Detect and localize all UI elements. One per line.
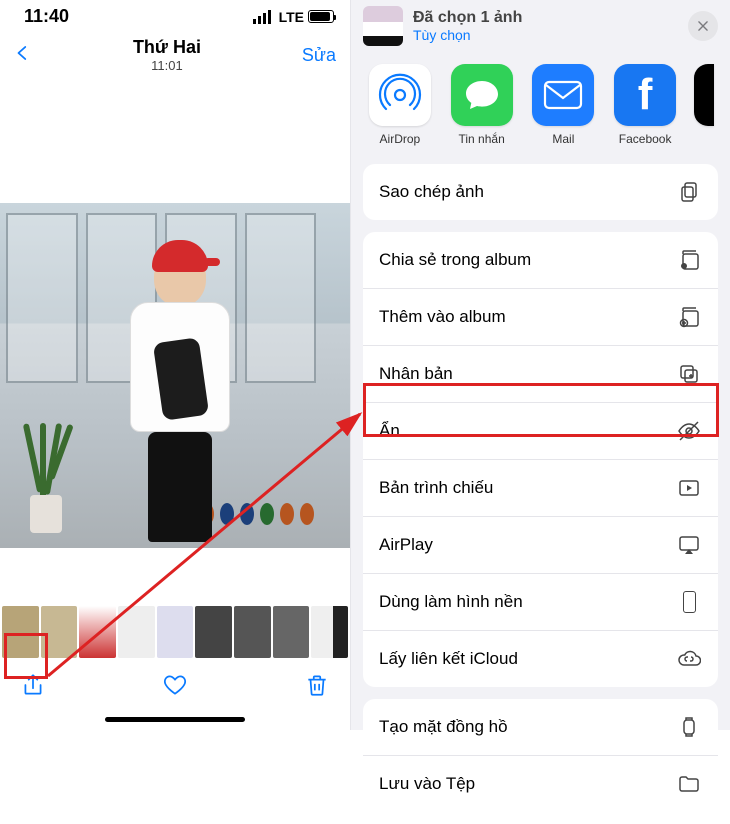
app-airdrop[interactable]: AirDrop xyxy=(367,64,433,146)
thumbnail-strip[interactable] xyxy=(0,606,350,658)
thumbnail[interactable] xyxy=(118,606,155,658)
watch-icon xyxy=(676,714,702,740)
close-button[interactable] xyxy=(688,11,718,41)
thumbnail[interactable] xyxy=(157,606,194,658)
action-label: Lấy liên kết iCloud xyxy=(379,649,518,669)
action-label: Dùng làm hình nền xyxy=(379,592,523,612)
edit-button[interactable]: Sửa xyxy=(302,45,336,66)
share-button[interactable] xyxy=(20,672,46,703)
favorite-button[interactable] xyxy=(162,672,188,703)
app-label: Facebook xyxy=(612,132,678,146)
thumbnail[interactable] xyxy=(195,606,232,658)
status-time: 11:40 xyxy=(24,6,69,27)
action-label: Thêm vào album xyxy=(379,307,506,327)
photo-plant xyxy=(26,433,66,533)
action-label: Nhân bản xyxy=(379,364,453,384)
action-label: Sao chép ảnh xyxy=(379,182,484,202)
folder-icon xyxy=(676,771,702,797)
bottom-toolbar xyxy=(0,658,350,713)
plus-album-icon xyxy=(676,304,702,330)
action-group: Chia sẻ trong album Thêm vào album Nhân … xyxy=(363,232,718,687)
sheet-title: Đã chọn 1 ảnh xyxy=(413,9,678,27)
nav-title-group: Thứ Hai 11:01 xyxy=(133,37,201,73)
sheet-header: Đã chọn 1 ảnh Tùy chọn xyxy=(351,0,730,56)
action-duplicate[interactable]: Nhân bản xyxy=(363,346,718,403)
slideshow-icon xyxy=(676,475,702,501)
tiktok-icon xyxy=(694,64,714,126)
copy-icon xyxy=(676,179,702,205)
sheet-options-link[interactable]: Tùy chọn xyxy=(413,27,678,43)
action-label: Chia sẻ trong album xyxy=(379,250,531,270)
share-sheet: Đã chọn 1 ảnh Tùy chọn AirDrop Tin nhắn … xyxy=(350,0,730,730)
action-copy[interactable]: Sao chép ảnh xyxy=(363,164,718,220)
action-hide[interactable]: Ẩn xyxy=(363,403,718,460)
hide-icon xyxy=(676,418,702,444)
action-label: Ẩn xyxy=(379,421,400,441)
app-label: Mail xyxy=(531,132,597,146)
action-label: AirPlay xyxy=(379,535,433,555)
app-messages[interactable]: Tin nhắn xyxy=(449,64,515,146)
nav-subtitle: 11:01 xyxy=(133,58,201,73)
person-album-icon xyxy=(676,247,702,273)
facebook-icon: f xyxy=(614,64,676,126)
app-label: Tin nhắn xyxy=(449,132,515,146)
action-watchface[interactable]: Tạo mặt đồng hồ xyxy=(363,699,718,756)
thumbnail[interactable] xyxy=(311,606,348,658)
thumbnail[interactable] xyxy=(234,606,271,658)
thumbnail[interactable] xyxy=(79,606,116,658)
action-slideshow[interactable]: Bản trình chiếu xyxy=(363,460,718,517)
action-add-album[interactable]: Thêm vào album xyxy=(363,289,718,346)
messages-icon xyxy=(451,64,513,126)
sheet-thumbnail xyxy=(363,6,403,46)
photo-viewport[interactable] xyxy=(0,83,350,602)
action-share-album[interactable]: Chia sẻ trong album xyxy=(363,232,718,289)
action-group: Tạo mặt đồng hồ Lưu vào Tệp xyxy=(363,699,718,812)
app-more-peek[interactable] xyxy=(694,64,714,146)
cellular-signal-icon xyxy=(253,10,271,24)
action-group: Sao chép ảnh xyxy=(363,164,718,220)
actions-scroll[interactable]: Sao chép ảnh Chia sẻ trong album Thêm và… xyxy=(351,164,730,824)
cloud-link-icon xyxy=(676,646,702,672)
thumbnail[interactable] xyxy=(273,606,310,658)
app-label: AirDrop xyxy=(367,132,433,146)
nav-bar: Thứ Hai 11:01 Sửa xyxy=(0,27,350,83)
app-mail[interactable]: Mail xyxy=(531,64,597,146)
action-label: Bản trình chiếu xyxy=(379,478,493,498)
action-airplay[interactable]: AirPlay xyxy=(363,517,718,574)
home-indicator[interactable] xyxy=(105,717,245,722)
status-indicators: LTE xyxy=(253,9,334,25)
action-label: Tạo mặt đồng hồ xyxy=(379,717,508,737)
app-facebook[interactable]: f Facebook xyxy=(612,64,678,146)
duplicate-icon xyxy=(676,361,702,387)
battery-icon xyxy=(308,10,334,23)
photo-subject xyxy=(130,248,230,538)
photos-app-screen: 11:40 LTE Thứ Hai 11:01 Sửa xyxy=(0,0,350,730)
mail-icon xyxy=(532,64,594,126)
action-wallpaper[interactable]: Dùng làm hình nền xyxy=(363,574,718,631)
thumbnail[interactable] xyxy=(41,606,78,658)
network-label: LTE xyxy=(279,9,304,25)
phone-icon xyxy=(676,589,702,615)
nav-title: Thứ Hai xyxy=(133,37,201,58)
back-button[interactable] xyxy=(14,40,32,70)
share-app-row[interactable]: AirDrop Tin nhắn Mail f Facebook xyxy=(351,56,730,164)
action-save-files[interactable]: Lưu vào Tệp xyxy=(363,756,718,812)
action-label: Lưu vào Tệp xyxy=(379,774,475,794)
airplay-icon xyxy=(676,532,702,558)
thumbnail[interactable] xyxy=(2,606,39,658)
airdrop-icon xyxy=(369,64,431,126)
status-bar: 11:40 LTE xyxy=(0,0,350,27)
trash-button[interactable] xyxy=(304,672,330,703)
action-icloud-link[interactable]: Lấy liên kết iCloud xyxy=(363,631,718,687)
